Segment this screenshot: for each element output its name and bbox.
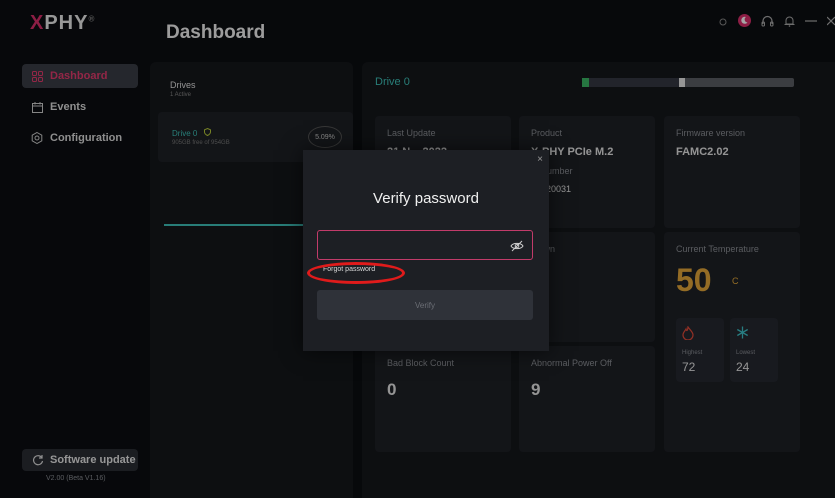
password-input[interactable]	[317, 230, 533, 260]
verify-button[interactable]: Verify	[317, 290, 533, 320]
modal-title: Verify password	[373, 190, 479, 207]
app-window: XPHY® Dashboard Events Configuration Sof	[0, 0, 835, 498]
modal-close-button[interactable]: ×	[537, 154, 543, 165]
highlight-annotation	[307, 262, 405, 284]
verify-password-dialog: × Verify password Forgot password Verify	[303, 150, 549, 351]
eye-off-icon[interactable]	[510, 239, 524, 257]
